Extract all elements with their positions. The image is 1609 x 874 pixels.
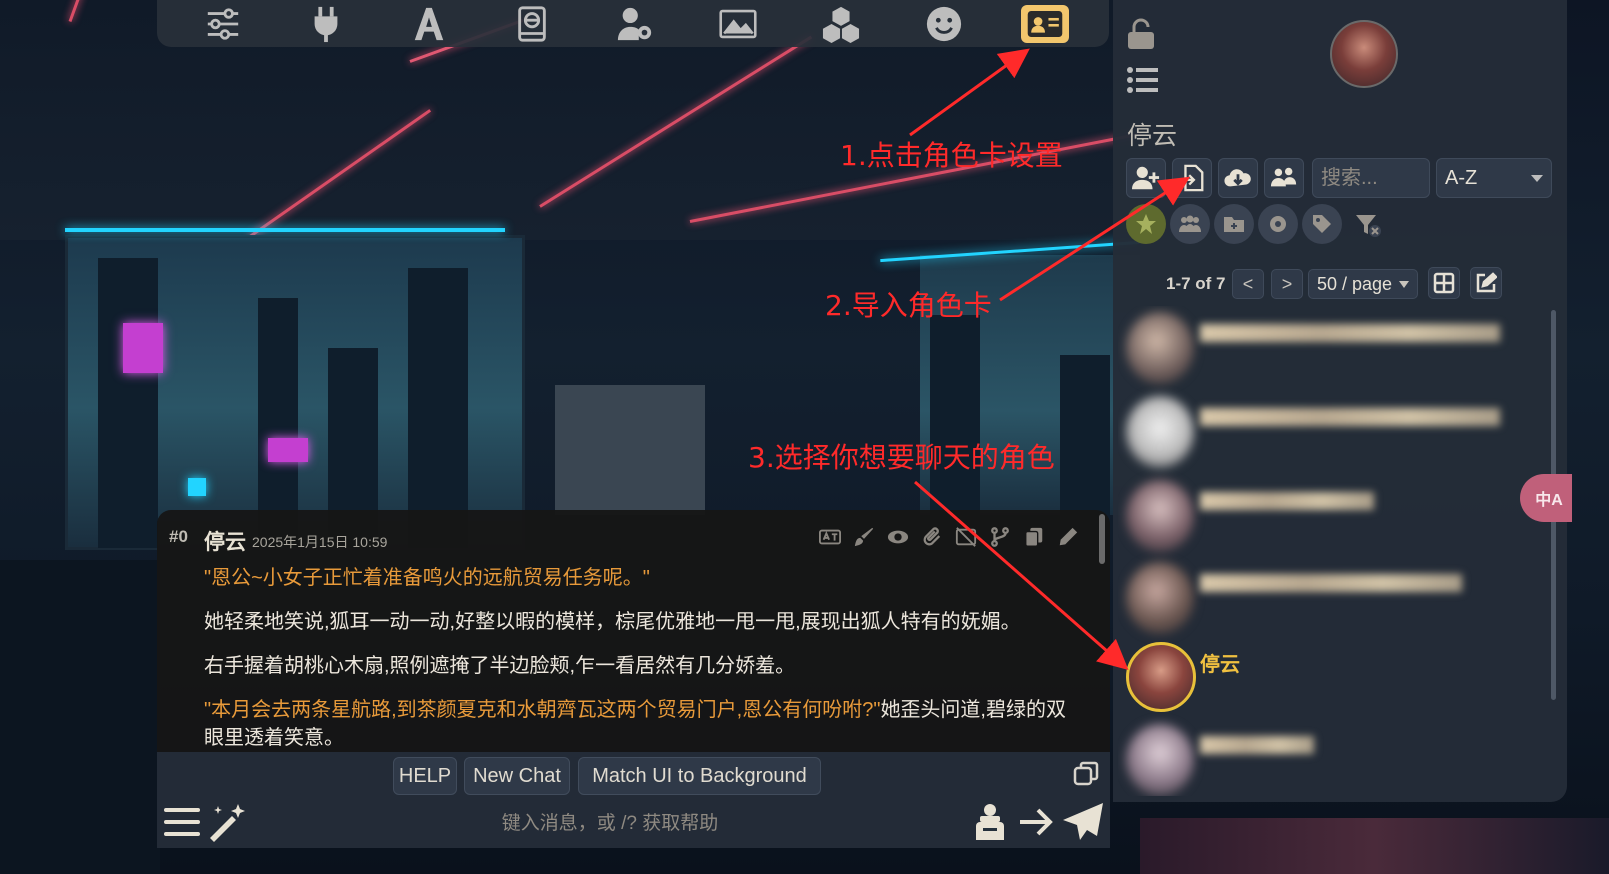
character-search-input[interactable] <box>1312 158 1430 198</box>
chevron-down-icon <box>1399 281 1409 288</box>
new-chat-button[interactable]: New Chat <box>464 757 570 795</box>
message-body: "恩公~小女子正忙着准备鸣火的远航贸易任务呢。" 她轻柔地笑说,狐耳一动一动,好… <box>204 564 1084 752</box>
list-item[interactable] <box>1118 558 1548 640</box>
panel-title: 停云 <box>1127 122 1178 150</box>
sort-value: A-Z <box>1445 167 1478 189</box>
message-paragraph: 她轻柔地笑说,狐耳一动一动,好整以暇的模样，棕尾优雅地一甩一甩,展现出狐人特有的… <box>204 611 1021 633</box>
character-name-blurred <box>1200 736 1314 754</box>
arrow-right-icon[interactable] <box>1018 806 1054 838</box>
copy-icon[interactable] <box>1021 524 1047 550</box>
tags-filter-button[interactable] <box>1302 204 1342 244</box>
message-input[interactable] <box>260 806 960 842</box>
cabinet <box>555 385 705 515</box>
image-icon[interactable] <box>712 2 764 46</box>
image-off-icon[interactable] <box>953 524 979 550</box>
avatar <box>1126 642 1196 712</box>
chevron-down-icon <box>1531 175 1543 182</box>
plug-icon[interactable] <box>300 2 352 46</box>
page-size-value: 50 / page <box>1317 274 1393 294</box>
settings-filter-button[interactable] <box>1258 204 1298 244</box>
collapse-quick-replies-icon[interactable] <box>1072 760 1100 788</box>
translate-fab[interactable]: 中A <box>1520 474 1572 522</box>
window-cityscape <box>65 235 525 550</box>
avatar <box>1126 396 1194 468</box>
message-index: #0 <box>169 527 188 546</box>
user-gear-icon[interactable] <box>609 2 661 46</box>
book-icon[interactable] <box>506 2 558 46</box>
pager-next-button[interactable]: > <box>1271 269 1303 299</box>
page-size-select[interactable]: 50 / page <box>1308 269 1418 299</box>
branch-icon[interactable] <box>987 524 1013 550</box>
character-name-blurred <box>1200 408 1500 426</box>
paperclip-icon[interactable] <box>919 524 945 550</box>
bedding <box>1140 818 1609 874</box>
cubes-icon[interactable] <box>815 2 867 46</box>
avatar <box>1126 312 1194 384</box>
translate-icon[interactable] <box>817 524 843 550</box>
send-icon[interactable] <box>1062 802 1104 842</box>
active-character-avatar[interactable] <box>1330 20 1398 88</box>
list-item[interactable] <box>1118 392 1548 474</box>
bulk-edit-button[interactable] <box>1470 267 1502 299</box>
smile-icon[interactable] <box>918 2 970 46</box>
character-name: 停云 <box>1200 654 1240 676</box>
list-item[interactable] <box>1118 476 1548 558</box>
chat-scrollbar[interactable] <box>1099 514 1105 564</box>
list-item[interactable] <box>1118 308 1548 390</box>
match-ui-background-button[interactable]: Match UI to Background <box>578 757 821 795</box>
floor <box>0 560 160 874</box>
sort-select[interactable]: A-Z <box>1436 158 1552 198</box>
top-toolbar <box>157 0 1109 47</box>
cloud-download-button[interactable] <box>1218 158 1258 198</box>
brush-icon[interactable] <box>851 524 877 550</box>
character-name-blurred <box>1200 492 1374 510</box>
avatar <box>1126 724 1194 796</box>
message-paragraph: "本月会去两条星航路,到茶颜夏克和水朝齊瓦这两个贸易门户,恩公有何吩咐?"她歪头… <box>204 696 1084 752</box>
unlock-icon[interactable] <box>1126 18 1156 50</box>
avatar <box>1126 562 1194 634</box>
help-button[interactable]: HELP <box>393 757 457 795</box>
message-paragraph: "恩公~小女子正忙着准备鸣火的远航贸易任务呢。" <box>204 567 650 589</box>
list-item[interactable] <box>1118 720 1548 796</box>
pager-count: 1-7 of 7 <box>1166 274 1226 293</box>
font-icon[interactable] <box>403 2 455 46</box>
create-character-button[interactable] <box>1126 158 1166 198</box>
character-name-blurred <box>1200 324 1500 342</box>
folder-filter-button[interactable] <box>1214 204 1254 244</box>
magic-wand-icon[interactable] <box>206 802 248 842</box>
sliders-icon[interactable] <box>197 2 249 46</box>
continue-icon[interactable] <box>972 802 1008 842</box>
pencil-icon[interactable] <box>1055 524 1081 550</box>
list-icon[interactable] <box>1126 66 1158 94</box>
character-list: 停云 <box>1118 306 1548 796</box>
favorites-filter-button[interactable] <box>1126 204 1166 244</box>
grid-view-button[interactable] <box>1428 267 1460 299</box>
hamburger-menu-icon[interactable] <box>164 806 200 838</box>
create-group-button[interactable] <box>1264 158 1304 198</box>
id-card-icon[interactable] <box>1021 4 1070 43</box>
eye-icon[interactable] <box>885 524 911 550</box>
annotation-step1: 1.点击角色卡设置 <box>840 139 1063 172</box>
message-toolbar <box>817 524 1081 550</box>
clear-filter-icon[interactable] <box>1354 212 1382 238</box>
avatar <box>1126 480 1194 552</box>
chat-message-panel: #0 停云 2025年1月15日 10:59 "恩公~小女子正忙着准备鸣火的远航… <box>157 510 1110 752</box>
list-item-selected[interactable]: 停云 <box>1118 638 1548 720</box>
groups-filter-button[interactable] <box>1170 204 1210 244</box>
annotation-step2: 2.导入角色卡 <box>825 289 992 322</box>
pager-prev-button[interactable]: < <box>1232 269 1264 299</box>
message-paragraph: 右手握着胡桃心木扇,照例遮掩了半边脸颊,乍一看居然有几分娇羞。 <box>204 655 796 677</box>
message-timestamp: 2025年1月15日 10:59 <box>252 534 388 550</box>
character-name-blurred <box>1200 574 1462 592</box>
import-character-button[interactable] <box>1172 158 1212 198</box>
message-author: 停云 <box>204 531 246 554</box>
annotation-step3: 3.选择你想要聊天的角色 <box>748 441 1055 474</box>
dialogue-quote: "本月会去两条星航路,到茶颜夏克和水朝齊瓦这两个贸易门户,恩公有何吩咐?" <box>204 699 881 721</box>
